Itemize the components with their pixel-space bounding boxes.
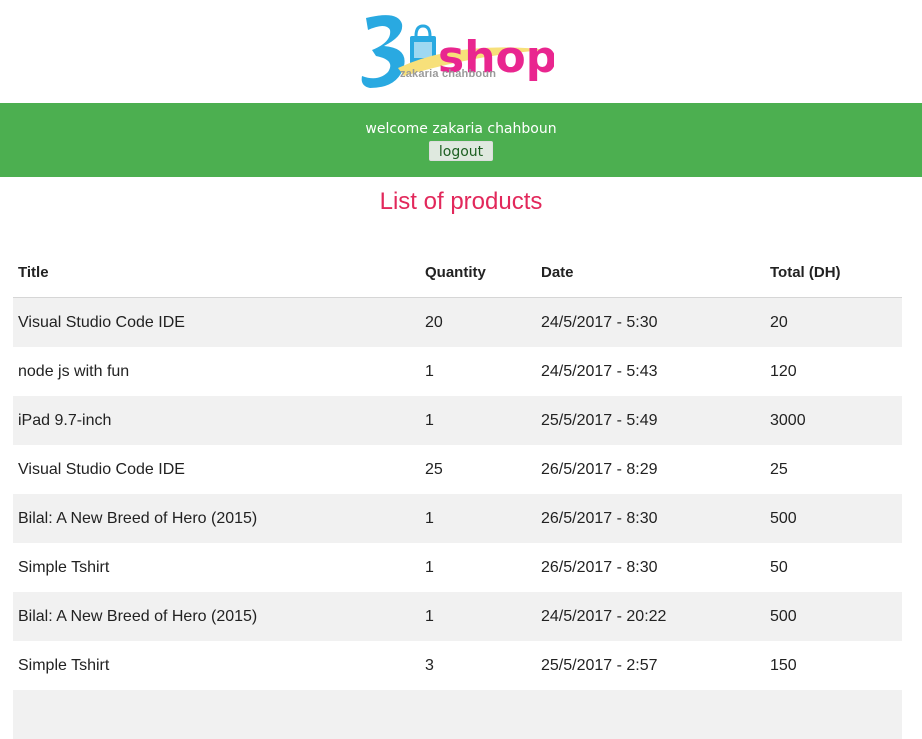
site-header: shop zakaria chahboun (0, 0, 922, 103)
logo-subtitle: zakaria chahboun (400, 68, 497, 80)
cell-quantity: 20 (425, 313, 443, 331)
cell-quantity: 1 (425, 411, 434, 429)
cell-date: 26/5/2017 - 8:30 (541, 509, 658, 527)
cell-quantity: 25 (425, 460, 443, 478)
cell-title: Simple Tshirt (18, 558, 110, 576)
cell-total: 50 (770, 558, 788, 576)
column-header-title: Title (13, 248, 420, 298)
column-header-quantity: Quantity (420, 248, 536, 298)
column-header-total: Total (DH) (765, 248, 902, 298)
cell-title: Bilal: A New Breed of Hero (2015) (18, 607, 258, 625)
cell-date: 26/5/2017 - 8:30 (541, 558, 658, 576)
table-header-row: Title Quantity Date Total (DH) (13, 248, 902, 298)
table-row: iPad 9.7-inch 1 25/5/2017 - 5:49 3000 (13, 396, 902, 445)
shop-logo[interactable]: shop zakaria chahboun (358, 10, 554, 92)
table-row-partial (13, 690, 902, 739)
welcome-message: welcome zakaria chahboun (365, 121, 557, 137)
table-row: Simple Tshirt 3 25/5/2017 - 2:57 150 (13, 641, 902, 690)
cell-total: 500 (770, 607, 797, 625)
table-row: Bilal: A New Breed of Hero (2015) 1 26/5… (13, 494, 902, 543)
cell-date: 26/5/2017 - 8:29 (541, 460, 658, 478)
cell-total: 500 (770, 509, 797, 527)
cell-total: 25 (770, 460, 788, 478)
cell-total: 3000 (770, 411, 806, 429)
cell-title: Simple Tshirt (18, 656, 110, 674)
cell-quantity: 1 (425, 607, 434, 625)
cell-date: 24/5/2017 - 5:30 (541, 313, 658, 331)
column-header-date: Date (536, 248, 765, 298)
page-title: List of products (379, 188, 543, 215)
cell-total: 150 (770, 656, 797, 674)
cell-total: 20 (770, 313, 788, 331)
cell-date: 25/5/2017 - 5:49 (541, 411, 658, 429)
cell-quantity: 3 (425, 656, 434, 674)
cell-title: Visual Studio Code IDE (18, 313, 185, 331)
cell-title: node js with fun (18, 362, 130, 380)
products-table: Title Quantity Date Total (DH) Visual St… (13, 248, 902, 739)
welcome-bar: welcome zakaria chahboun logout (0, 103, 922, 177)
cell-date: 24/5/2017 - 20:22 (541, 607, 667, 625)
cell-title: Visual Studio Code IDE (18, 460, 185, 478)
table-row: Simple Tshirt 1 26/5/2017 - 8:30 50 (13, 543, 902, 592)
logo-z-shape (361, 15, 405, 88)
cell-quantity: 1 (425, 509, 434, 527)
cell-date: 25/5/2017 - 2:57 (541, 656, 658, 674)
cell-title: Bilal: A New Breed of Hero (2015) (18, 509, 258, 527)
cell-quantity: 1 (425, 558, 434, 576)
table-row: node js with fun 1 24/5/2017 - 5:43 120 (13, 347, 902, 396)
table-row: Visual Studio Code IDE 25 26/5/2017 - 8:… (13, 445, 902, 494)
cell-quantity: 1 (425, 362, 434, 380)
cell-total: 120 (770, 362, 797, 380)
cell-title: iPad 9.7-inch (18, 411, 112, 429)
logout-button[interactable]: logout (429, 141, 493, 161)
table-row: Bilal: A New Breed of Hero (2015) 1 24/5… (13, 592, 902, 641)
cell-date: 24/5/2017 - 5:43 (541, 362, 658, 380)
table-row: Visual Studio Code IDE 20 24/5/2017 - 5:… (13, 297, 902, 347)
